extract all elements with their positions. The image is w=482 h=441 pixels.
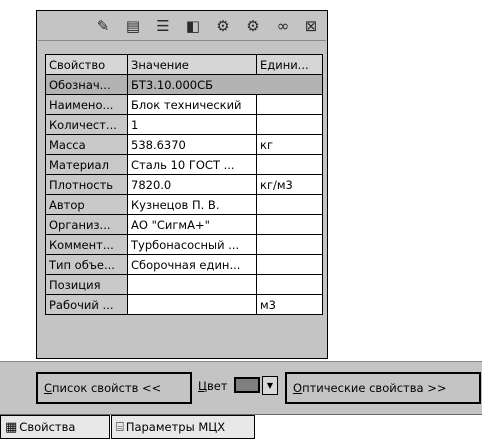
property-unit[interactable] <box>256 274 323 295</box>
table-row[interactable]: Наимено... Блок технический <box>45 94 323 115</box>
table-row[interactable]: Рабочий ... м3 <box>45 294 323 315</box>
table-row[interactable]: Организ... АО "СигмА+" <box>45 214 323 235</box>
panel-tabs: ▦ Свойства ⌸ Параметры МЦХ <box>0 413 482 441</box>
property-value[interactable]: 538.6370 <box>127 134 257 155</box>
property-value[interactable]: Турбонасосный ... <box>127 234 257 255</box>
properties-tab-icon: ▦ <box>5 419 18 435</box>
property-value[interactable]: БТ3.10.000СБ <box>127 74 323 95</box>
property-unit[interactable] <box>256 114 323 135</box>
property-unit[interactable] <box>256 254 323 275</box>
properties-bottom-bar: Список свойств << Цвет ▼ Оптические свой… <box>0 361 482 415</box>
table-row[interactable]: Тип объе... Сборочная един... <box>45 254 323 275</box>
property-value[interactable]: Блок технический <box>127 94 257 115</box>
table-row[interactable]: Автор Кузнецов П. В. <box>45 194 323 215</box>
tab-label: Свойства <box>19 420 76 434</box>
property-value[interactable] <box>127 294 257 315</box>
optical-button-label: птические свойства >> <box>302 381 447 395</box>
property-unit[interactable] <box>256 194 323 215</box>
list-button-accel: С <box>44 381 53 395</box>
property-value[interactable] <box>127 274 257 295</box>
link-icon[interactable]: ∞ <box>272 15 294 37</box>
column-header-property[interactable]: Свойство <box>45 54 128 75</box>
property-name: Организ... <box>45 214 128 235</box>
property-name: Наимено... <box>45 94 128 115</box>
mass-params-tab-icon: ⌸ <box>116 419 124 435</box>
list-button-label: писок свойств << <box>52 381 162 395</box>
property-name: Тип объе... <box>45 254 128 275</box>
property-name: Плотность <box>45 174 128 195</box>
table-row[interactable]: Плотность 7820.0 кг/м3 <box>45 174 323 195</box>
property-unit[interactable] <box>256 154 323 175</box>
tab-label: Параметры МЦХ <box>125 420 226 434</box>
folder-icon[interactable]: ◧ <box>182 15 204 37</box>
property-name: Материал <box>45 154 128 175</box>
property-value[interactable]: Сталь 10 ГОСТ ... <box>127 154 257 175</box>
color-swatch[interactable] <box>234 377 260 393</box>
table-row[interactable]: Обознач... БТ3.10.000СБ <box>45 74 323 95</box>
tab-mass-params[interactable]: ⌸ Параметры МЦХ <box>111 415 255 439</box>
property-unit[interactable]: кг/м3 <box>256 174 323 195</box>
property-list-button[interactable]: Список свойств << <box>36 372 192 404</box>
optical-properties-button[interactable]: Оптические свойства >> <box>285 372 481 404</box>
question-tool-icon[interactable]: ✎ <box>92 15 114 37</box>
property-value[interactable]: 7820.0 <box>127 174 257 195</box>
property-value[interactable]: Сборочная един... <box>127 254 257 275</box>
table-row[interactable]: Количест... 1 <box>45 114 323 135</box>
property-name: Обознач... <box>45 74 128 95</box>
property-unit[interactable] <box>256 94 323 115</box>
property-name: Количест... <box>45 114 128 135</box>
color-label-text: вет <box>206 379 228 393</box>
property-unit[interactable] <box>256 234 323 255</box>
properties-icon[interactable]: ⚙ <box>212 15 234 37</box>
property-value[interactable]: Кузнецов П. В. <box>127 194 257 215</box>
table-row[interactable]: Материал Сталь 10 ГОСТ ... <box>45 154 323 175</box>
properties-table: Свойство Значение Едини... Обознач... БТ… <box>45 54 323 315</box>
properties-toolbar: ✎ ▤ ☰ ◧ ⚙ ⚙ ∞ ⊠ <box>38 12 326 41</box>
table-row[interactable]: Масса 538.6370 кг <box>45 134 323 155</box>
properties-panel: ✎ ▤ ☰ ◧ ⚙ ⚙ ∞ ⊠ Свойство Значение Едини.… <box>36 10 328 359</box>
table-row[interactable]: Коммент... Турбонасосный ... <box>45 234 323 255</box>
table-row[interactable]: Позиция <box>45 274 323 295</box>
document-icon[interactable]: ▤ <box>122 15 144 37</box>
column-header-unit[interactable]: Едини... <box>256 54 323 75</box>
color-label: Цвет <box>198 379 228 393</box>
property-value[interactable]: АО "СигмА+" <box>127 214 257 235</box>
property-unit[interactable]: кг <box>256 134 323 155</box>
property-name: Коммент... <box>45 234 128 255</box>
chevron-down-icon[interactable]: ▼ <box>262 376 278 395</box>
property-name: Позиция <box>45 274 128 295</box>
color-label-accel: Ц <box>198 379 207 393</box>
delete-column-icon[interactable]: ⊠ <box>300 15 322 37</box>
property-unit[interactable]: м3 <box>256 294 323 315</box>
property-value[interactable]: 1 <box>127 114 257 135</box>
optical-button-accel: О <box>293 381 303 395</box>
list-icon[interactable]: ☰ <box>152 15 174 37</box>
property-unit[interactable] <box>256 214 323 235</box>
column-header-value[interactable]: Значение <box>127 54 257 75</box>
properties-gear-icon[interactable]: ⚙ <box>242 15 264 37</box>
property-name: Масса <box>45 134 128 155</box>
property-name: Автор <box>45 194 128 215</box>
property-name: Рабочий ... <box>45 294 128 315</box>
tab-properties[interactable]: ▦ Свойства <box>0 415 110 439</box>
